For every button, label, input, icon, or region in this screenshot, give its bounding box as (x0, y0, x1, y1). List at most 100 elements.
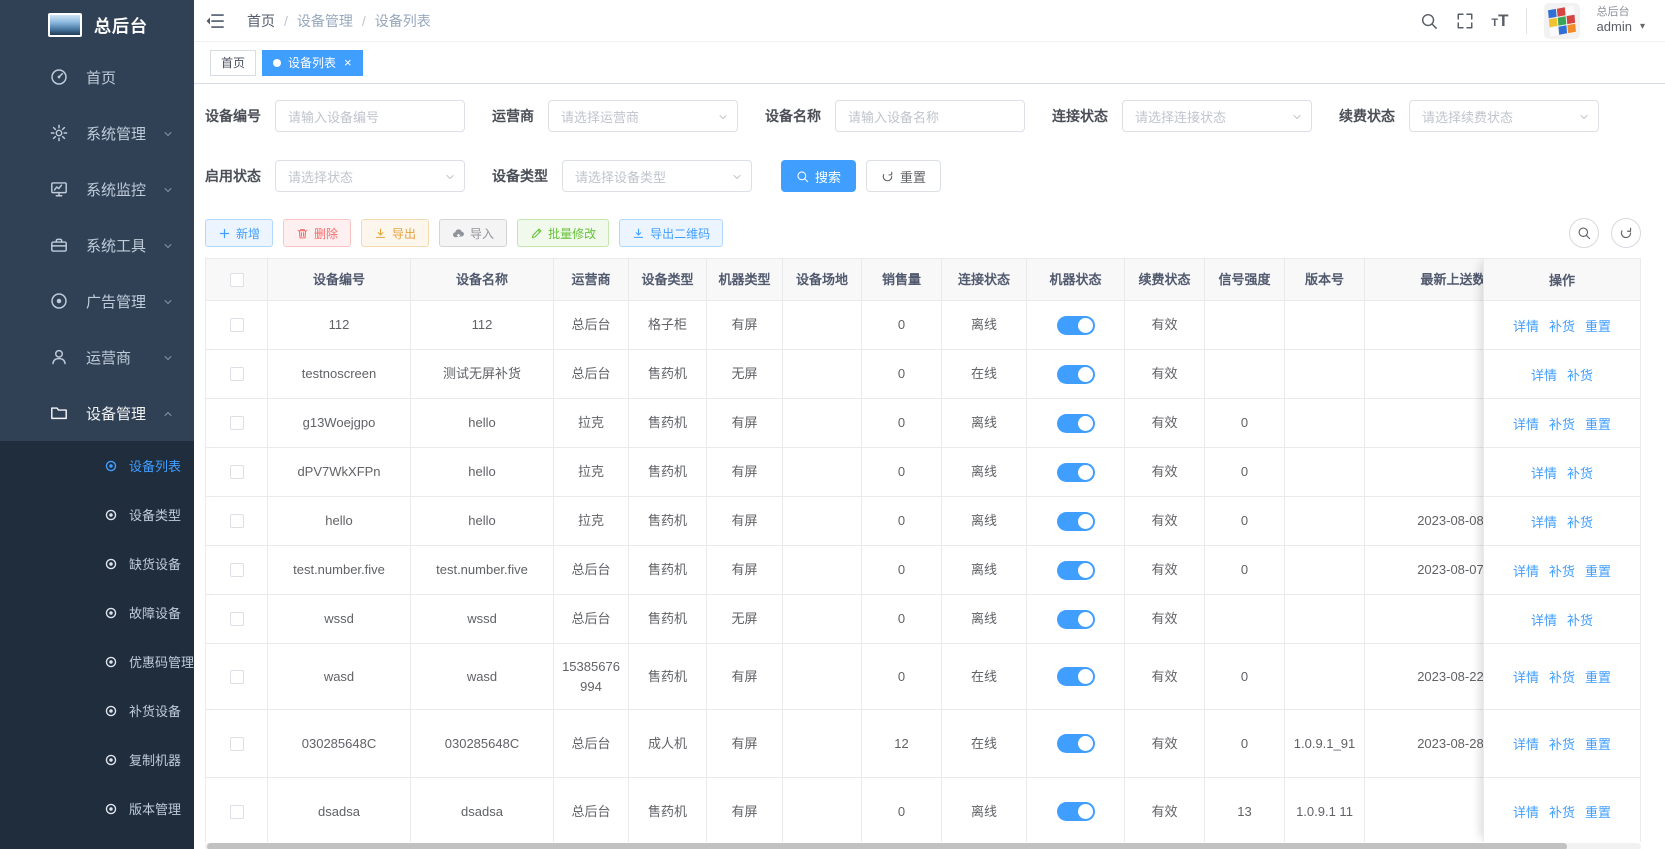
action-detail-link[interactable]: 详情 (1513, 316, 1539, 335)
row-checkbox[interactable] (229, 514, 244, 528)
action-restock-link[interactable]: 补货 (1549, 561, 1575, 580)
action-reset-link[interactable]: 重置 (1585, 734, 1611, 753)
row-checkbox[interactable] (229, 669, 244, 684)
add-button[interactable]: 新增 (205, 219, 274, 247)
action-detail-link[interactable]: 详情 (1531, 610, 1557, 629)
machine-status-toggle[interactable] (1056, 734, 1095, 753)
action-detail-link[interactable]: 详情 (1531, 463, 1557, 482)
renewal-status-select[interactable]: 请选择续费状态 (1409, 100, 1599, 132)
breadcrumb-item[interactable]: 设备列表 (375, 11, 431, 31)
sidebar-item-out-of-stock-devices[interactable]: 缺货设备 (0, 539, 194, 588)
machine-status-toggle[interactable] (1056, 315, 1095, 335)
action-restock-link[interactable]: 补货 (1549, 802, 1575, 821)
delete-button[interactable]: 删除 (283, 219, 352, 247)
machine-status-toggle[interactable] (1056, 364, 1095, 384)
avatar[interactable] (1543, 2, 1580, 39)
action-detail-link[interactable]: 详情 (1513, 414, 1539, 433)
action-restock-link[interactable]: 补货 (1549, 667, 1575, 686)
row-checkbox[interactable] (229, 318, 244, 332)
sidebar-subitem-label: 缺货设备 (129, 557, 182, 572)
action-detail-link[interactable]: 详情 (1513, 667, 1539, 686)
action-restock-link[interactable]: 补货 (1549, 734, 1575, 753)
device-name-input[interactable]: 请输入设备名称 (835, 100, 1025, 132)
machine-status-toggle[interactable] (1056, 560, 1095, 580)
action-restock-link[interactable]: 补货 (1567, 610, 1593, 629)
row-checkbox[interactable] (229, 563, 244, 577)
sidebar-item-system-tools[interactable]: 系统工具 (0, 217, 194, 273)
row-checkbox[interactable] (229, 612, 244, 626)
action-restock-link[interactable]: 补货 (1567, 463, 1593, 482)
scrollbar-thumb[interactable] (207, 843, 1567, 849)
action-reset-link[interactable]: 重置 (1585, 667, 1611, 686)
machine-status-toggle[interactable] (1056, 511, 1095, 531)
sidebar-item-version-management[interactable]: 版本管理 (0, 784, 194, 833)
action-detail-link[interactable]: 详情 (1513, 734, 1539, 753)
cell-venue (783, 710, 862, 778)
row-checkbox[interactable] (229, 416, 244, 430)
sidebar-item-restock-devices[interactable]: 补货设备 (0, 686, 194, 735)
sidebar-item-device-management[interactable]: 设备管理 (0, 385, 194, 441)
action-restock-link[interactable]: 补货 (1549, 316, 1575, 335)
import-button[interactable]: 导入 (439, 219, 508, 247)
sidebar-item-system-management[interactable]: 系统管理 (0, 105, 194, 161)
sidebar-item-operators[interactable]: 运营商 (0, 329, 194, 385)
row-checkbox[interactable] (229, 465, 244, 479)
machine-status-toggle[interactable] (1056, 802, 1095, 821)
cell-code: g13Woejgpo (268, 399, 411, 448)
search-icon[interactable] (1419, 11, 1438, 30)
operator-select[interactable]: 请选择运营商 (548, 100, 738, 132)
breadcrumb-item[interactable]: 首页 (247, 11, 275, 31)
horizontal-scrollbar[interactable] (205, 843, 1641, 849)
enable-status-select[interactable]: 请选择状态 (275, 160, 465, 192)
device-code-input[interactable]: 请输入设备编号 (275, 100, 465, 132)
reset-button[interactable]: 重置 (866, 160, 942, 192)
sidebar-item-faulty-devices[interactable]: 故障设备 (0, 588, 194, 637)
action-restock-link[interactable]: 补货 (1567, 365, 1593, 384)
machine-status-toggle[interactable] (1056, 609, 1095, 629)
export-button[interactable]: 导出 (361, 219, 430, 247)
select-all-checkbox[interactable] (229, 272, 244, 287)
action-detail-link[interactable]: 详情 (1513, 561, 1539, 580)
action-detail-link[interactable]: 详情 (1531, 512, 1557, 531)
menu-fold-icon[interactable] (205, 11, 225, 31)
row-checkbox[interactable] (229, 804, 244, 819)
action-reset-link[interactable]: 重置 (1585, 561, 1611, 580)
cell-select (206, 710, 268, 778)
action-restock-link[interactable]: 补货 (1567, 512, 1593, 531)
search-button[interactable]: 搜索 (781, 160, 857, 192)
row-checkbox[interactable] (229, 736, 244, 751)
tab-home[interactable]: 首页 (210, 49, 257, 76)
sidebar-item-system-monitoring[interactable]: 系统监控 (0, 161, 194, 217)
user-menu[interactable]: 总后台 admin ▾ (1597, 6, 1645, 36)
toggle-search-button[interactable] (1569, 218, 1599, 248)
dashboard-icon (50, 68, 68, 86)
machine-status-toggle[interactable] (1056, 667, 1095, 686)
tab-device-list[interactable]: 设备列表 × (262, 49, 363, 76)
connection-status-select[interactable]: 请选择连接状态 (1122, 100, 1312, 132)
font-size-icon[interactable]: TT (1491, 12, 1508, 29)
action-restock-link[interactable]: 补货 (1549, 414, 1575, 433)
action-reset-link[interactable]: 重置 (1585, 414, 1611, 433)
batch-edit-button[interactable]: 批量修改 (517, 219, 610, 247)
sidebar-item-device-types[interactable]: 设备类型 (0, 490, 194, 539)
action-detail-link[interactable]: 详情 (1513, 802, 1539, 821)
sidebar-item-coupon-code-management[interactable]: 优惠码管理 (0, 637, 194, 686)
column-header-venue: 设备场地 (783, 259, 862, 301)
row-checkbox[interactable] (229, 367, 244, 381)
refresh-button[interactable] (1611, 218, 1641, 248)
machine-status-toggle[interactable] (1056, 413, 1095, 433)
action-detail-link[interactable]: 详情 (1531, 365, 1557, 384)
action-reset-link[interactable]: 重置 (1585, 316, 1611, 335)
close-icon[interactable]: × (344, 56, 352, 69)
sidebar-item-clone-machine[interactable]: 复制机器 (0, 735, 194, 784)
action-reset-link[interactable]: 重置 (1585, 802, 1611, 821)
breadcrumb-item[interactable]: 设备管理 (297, 11, 353, 31)
fullscreen-icon[interactable] (1455, 11, 1474, 30)
device-type-select[interactable]: 请选择设备类型 (562, 160, 752, 192)
sidebar-item-ad-management[interactable]: 广告管理 (0, 273, 194, 329)
app-logo[interactable]: 总后台 (0, 0, 194, 49)
machine-status-toggle[interactable] (1056, 462, 1095, 482)
sidebar-item-home[interactable]: 首页 (0, 49, 194, 105)
sidebar-item-device-list[interactable]: 设备列表 (0, 441, 194, 490)
export-qrcode-button[interactable]: 导出二维码 (619, 219, 724, 247)
